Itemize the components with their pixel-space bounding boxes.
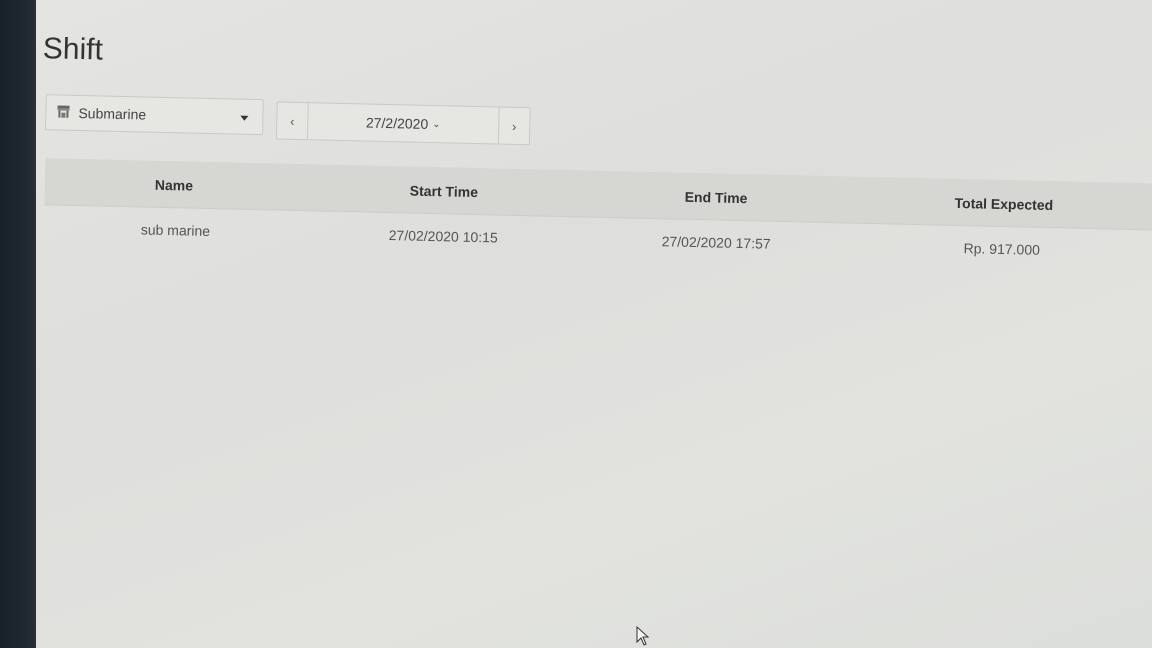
main-content: Shift Submarine ‹ 27/2/2020 ⌄ › Name Sta… <box>36 0 1152 648</box>
store-icon <box>57 105 70 118</box>
column-header-name[interactable]: Name <box>155 177 193 194</box>
cell-end-time: 27/02/2020 17:57 <box>661 233 771 252</box>
date-picker[interactable]: 27/2/2020 ⌄ <box>308 103 499 143</box>
store-select[interactable]: Submarine <box>45 94 264 136</box>
page-title: Shift <box>42 32 104 67</box>
shift-table: Name Start Time End Time Total Expected … <box>43 158 1152 274</box>
mouse-pointer-icon <box>636 626 650 646</box>
date-navigator: ‹ 27/2/2020 ⌄ › <box>275 101 531 146</box>
date-value: 27/2/2020 <box>365 114 429 132</box>
store-select-value: Submarine <box>78 104 147 123</box>
app-screen: Shift Submarine ‹ 27/2/2020 ⌄ › Name Sta… <box>36 0 1152 648</box>
cell-name: sub marine <box>140 221 211 240</box>
chevron-down-icon: ⌄ <box>432 118 441 130</box>
cell-total-expected: Rp. 917.000 <box>963 240 1041 258</box>
screen-bezel <box>0 0 36 648</box>
next-date-button[interactable]: › <box>497 107 530 145</box>
prev-date-button[interactable]: ‹ <box>276 102 309 140</box>
column-header-total-expected[interactable]: Total Expected <box>954 195 1053 213</box>
cell-start-time: 27/02/2020 10:15 <box>388 227 498 246</box>
column-header-start-time[interactable]: Start Time <box>410 183 479 201</box>
column-header-end-time[interactable]: End Time <box>685 189 748 206</box>
caret-down-icon <box>240 115 249 121</box>
